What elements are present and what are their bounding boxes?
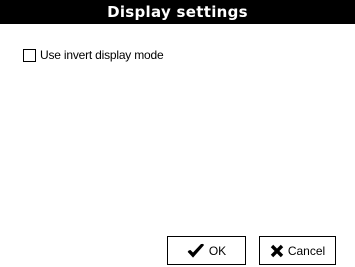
cancel-label: Cancel: [287, 243, 326, 258]
ok-label: OK: [208, 243, 227, 258]
x-icon: [270, 244, 284, 258]
invert-display-checkbox[interactable]: [23, 48, 36, 62]
ok-button[interactable]: OK: [167, 236, 246, 265]
invert-display-option[interactable]: Use invert display mode: [23, 47, 164, 63]
invert-display-label[interactable]: Use invert display mode: [40, 48, 164, 62]
cancel-button[interactable]: Cancel: [259, 236, 336, 265]
checkmark-icon: [187, 243, 205, 258]
display-settings-dialog: Display settings Use invert display mode…: [0, 0, 355, 267]
dialog-title: Display settings: [0, 0, 355, 24]
